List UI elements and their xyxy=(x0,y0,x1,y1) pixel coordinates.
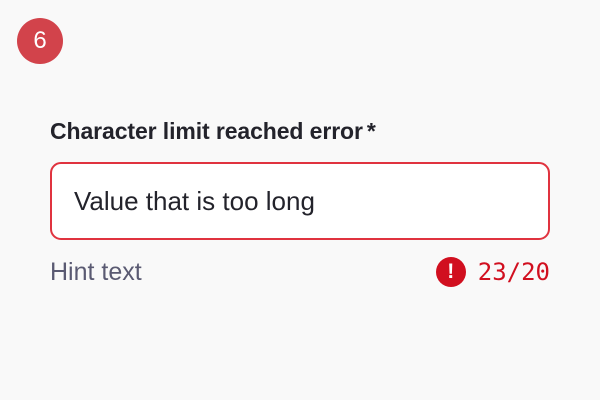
character-count: 23/20 xyxy=(477,258,550,286)
field-label-row: Character limit reached error * xyxy=(50,114,550,148)
field-label: Character limit reached error xyxy=(50,118,363,144)
required-asterisk: * xyxy=(366,118,376,144)
hint-row: Hint text ! 23/20 xyxy=(50,255,550,289)
hint-text: Hint text xyxy=(50,257,142,286)
text-input[interactable]: Value that is too long xyxy=(50,162,550,240)
input-value: Value that is too long xyxy=(74,185,315,216)
character-counter: ! 23/20 xyxy=(435,257,550,287)
step-number-badge: 6 xyxy=(17,18,63,64)
text-field: Character limit reached error * Value tha… xyxy=(50,114,550,289)
error-circle-icon: ! xyxy=(435,257,466,287)
